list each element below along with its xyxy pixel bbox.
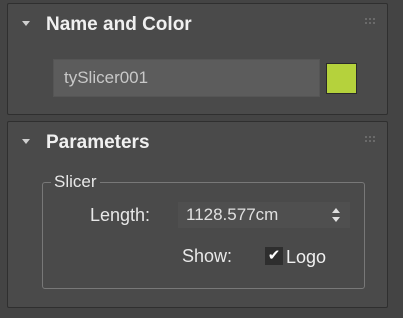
collapse-arrow-icon[interactable]	[22, 21, 30, 26]
rollout-title: Parameters	[46, 132, 150, 153]
name-and-color-header[interactable]: Name and Color	[8, 4, 387, 46]
parameters-header[interactable]: Parameters	[8, 122, 387, 164]
length-spinner[interactable]: 1128.577cm	[178, 202, 350, 228]
name-and-color-rollout: Name and Color tySlicer001	[7, 3, 388, 115]
drag-grip-icon[interactable]	[365, 136, 375, 142]
length-label: Length:	[90, 205, 151, 225]
spinner-down-icon[interactable]	[332, 217, 340, 222]
object-name-input[interactable]: tySlicer001	[53, 59, 320, 97]
slicer-group-box	[42, 182, 365, 289]
parameters-rollout: Parameters Slicer Length: 1128.577cm Sho…	[7, 121, 388, 308]
spinner-up-icon[interactable]	[332, 208, 340, 213]
collapse-arrow-icon[interactable]	[22, 139, 30, 144]
object-color-swatch[interactable]	[326, 63, 357, 94]
length-value[interactable]: 1128.577cm	[186, 204, 278, 226]
slicer-group-label: Slicer	[51, 172, 100, 192]
show-label: Show:	[182, 246, 233, 266]
drag-grip-icon[interactable]	[365, 18, 375, 24]
logo-checkbox-label[interactable]: Logo	[286, 246, 326, 268]
spinner-arrows-icon[interactable]	[332, 208, 340, 222]
logo-checkbox[interactable]: ✔	[265, 247, 283, 265]
rollout-title: Name and Color	[46, 14, 192, 35]
